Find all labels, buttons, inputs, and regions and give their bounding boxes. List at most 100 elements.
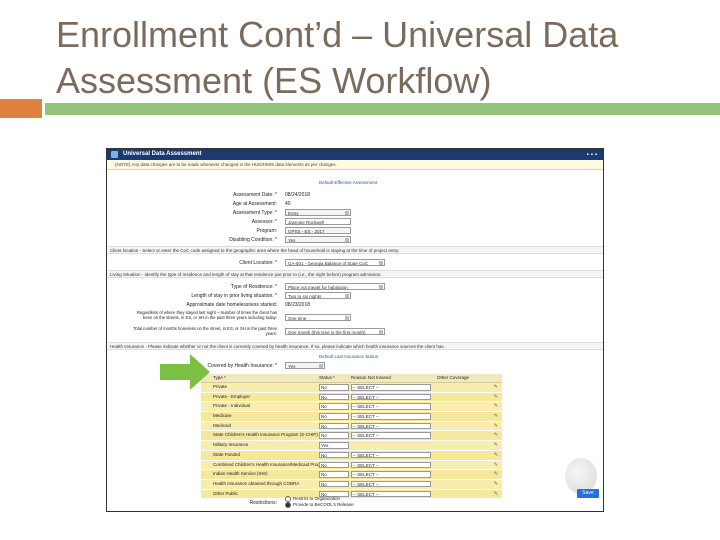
app-icon xyxy=(111,151,118,158)
edit-icon[interactable]: ✎ xyxy=(494,393,498,402)
edit-icon[interactable]: ✎ xyxy=(494,490,498,499)
row-type: Indian Health Service (IHS) xyxy=(213,471,268,477)
residence-type-label: Type of Residence: * xyxy=(230,284,277,290)
program-label: Program: xyxy=(256,228,277,234)
restrictions-label: Restrictions: xyxy=(249,500,277,506)
residence-type-value: Place not meant for habitation xyxy=(288,285,348,290)
title-accent-green xyxy=(45,103,720,115)
row-reason-select[interactable]: -- SELECT -- xyxy=(351,432,431,439)
approx-date-value[interactable]: 08/23/2018 xyxy=(285,302,310,308)
edit-icon[interactable]: ✎ xyxy=(494,422,498,431)
radio-selected-icon xyxy=(285,502,291,508)
assessor-field[interactable]: Jasmine Rockwell xyxy=(285,218,351,225)
default-insurance-link[interactable]: Default Last Insurance Status xyxy=(319,354,378,359)
table-row: Medicare No -- SELECT -- ✎ xyxy=(201,412,502,422)
assessment-type-select[interactable]: Entry xyxy=(285,209,351,216)
table-row: Private - Individual No -- SELECT -- ✎ xyxy=(201,402,502,413)
row-reason-select[interactable]: -- SELECT -- xyxy=(351,403,431,410)
times-homeless-label: Regardless of where they stayed last nig… xyxy=(136,310,277,320)
restrictions-options: Restrict to Organization Provide to BeCO… xyxy=(285,496,354,508)
age-label: Age at Assessment: xyxy=(232,201,277,207)
chevron-down-icon xyxy=(345,294,349,298)
row-reason-select[interactable]: -- SELECT -- xyxy=(351,393,431,401)
row-type: Private - Individual xyxy=(213,403,251,409)
row-reason-select[interactable]: -- SELECT -- xyxy=(351,471,431,478)
months-homeless-select[interactable]: One month (this time is the first month) xyxy=(285,328,385,335)
table-row: Military Insurance Yes ✎ xyxy=(201,441,502,451)
window-titlebar: Universal Data Assessment ▪▪▪ xyxy=(107,149,603,160)
residence-type-select[interactable]: Place not meant for habitation xyxy=(285,283,385,290)
restrict-org-label: Restrict to Organization xyxy=(293,496,341,502)
row-reason-select[interactable]: -- SELECT -- xyxy=(351,490,431,498)
assessment-date-label: Assessment Date: * xyxy=(233,192,277,198)
save-button[interactable]: Save xyxy=(577,489,599,498)
row-status-select[interactable]: No xyxy=(319,432,349,439)
row-type: State Children's Health Insurance Progra… xyxy=(213,432,318,438)
client-location-label: Client Location: * xyxy=(239,260,277,266)
row-status-select[interactable]: No xyxy=(319,422,349,430)
row-type: Combined Children's Health Insurance/Med… xyxy=(213,461,328,467)
length-of-stay-select[interactable]: Two to six nights xyxy=(285,292,351,299)
row-status-select[interactable]: No xyxy=(319,480,349,488)
row-status-select[interactable]: No xyxy=(319,471,349,478)
edit-icon[interactable]: ✎ xyxy=(494,461,498,470)
col-other: Other Coverage xyxy=(437,375,470,380)
row-reason-select[interactable]: -- SELECT -- xyxy=(351,413,431,420)
row-status-select[interactable]: No xyxy=(319,461,349,468)
window-controls[interactable]: ▪▪▪ xyxy=(587,150,599,161)
edit-icon[interactable]: ✎ xyxy=(494,431,498,440)
provide-release-option[interactable]: Provide to BeCOOL's Release xyxy=(285,502,354,508)
edit-icon[interactable]: ✎ xyxy=(494,451,498,460)
chevron-down-icon xyxy=(345,238,349,242)
row-type: Other Public xyxy=(213,490,238,496)
table-row: State Children's Health Insurance Progra… xyxy=(201,431,502,442)
row-status-select[interactable]: No xyxy=(319,393,349,401)
chevron-down-icon xyxy=(345,316,349,320)
edit-icon[interactable]: ✎ xyxy=(494,480,498,489)
default-assessment-link[interactable]: Default Effective Assessment xyxy=(319,180,377,185)
row-reason-select[interactable]: -- SELECT -- xyxy=(351,422,431,430)
edit-icon[interactable]: ✎ xyxy=(494,470,498,479)
program-value: GPSS - ES - 2017 xyxy=(288,229,325,234)
row-type: Military Insurance xyxy=(213,442,249,448)
row-type: Health Insurance obtained through COBRA xyxy=(213,480,300,486)
row-reason-select[interactable]: -- SELECT -- xyxy=(351,461,431,468)
program-field: GPSS - ES - 2017 xyxy=(285,227,351,234)
row-reason-select[interactable]: -- SELECT -- xyxy=(351,480,431,488)
insurance-table: Type * Status * Reason Not Insured Other… xyxy=(201,374,502,500)
edit-icon[interactable]: ✎ xyxy=(494,383,498,392)
row-status-select[interactable]: Yes xyxy=(319,442,349,449)
table-row: Combined Children's Health Insurance/Med… xyxy=(201,460,502,471)
row-reason-select[interactable]: -- SELECT -- xyxy=(351,451,431,459)
row-status-select[interactable]: No xyxy=(319,451,349,459)
assessor-label: Assessor: * xyxy=(251,219,277,225)
table-row: Private - Employer No -- SELECT -- ✎ xyxy=(201,392,502,403)
edit-icon[interactable]: ✎ xyxy=(494,441,498,450)
length-of-stay-label: Length of stay in prior living situation… xyxy=(191,293,277,299)
covered-select[interactable]: Yes xyxy=(285,362,325,369)
row-type: State Funded xyxy=(213,451,241,457)
window-title: Universal Data Assessment xyxy=(123,151,202,157)
title-accent-orange xyxy=(0,99,42,118)
disabling-select[interactable]: Yes xyxy=(285,236,351,243)
row-type: Medicaid xyxy=(213,422,232,428)
row-status-select[interactable]: No xyxy=(319,403,349,410)
times-homeless-select[interactable]: One time xyxy=(285,314,351,321)
disabling-label: Disabling Condition: * xyxy=(229,237,277,243)
assessor-value: Jasmine Rockwell xyxy=(288,220,325,225)
row-status-select[interactable]: No xyxy=(319,384,349,391)
chevron-down-icon xyxy=(319,364,323,368)
slide-title: Enrollment Cont’d – Universal Data Asses… xyxy=(56,14,619,101)
health-insurance-note: Health Insurance - Please indicate wheth… xyxy=(107,342,603,350)
client-location-select[interactable]: GA-501 - Georgia Balance of State CoC xyxy=(285,259,385,266)
edit-icon[interactable]: ✎ xyxy=(494,402,498,411)
months-homeless-value: One month (this time is the first month) xyxy=(288,330,366,335)
table-row: Indian Health Service (IHS) No -- SELECT -… xyxy=(201,470,502,480)
edit-icon[interactable]: ✎ xyxy=(494,412,498,421)
client-location-note: Client location - Select or enter the Co… xyxy=(107,246,603,254)
row-reason-select[interactable]: -- SELECT -- xyxy=(351,384,431,391)
approx-date-label: Approximate date homelessness started: xyxy=(186,302,277,308)
assessment-date-value[interactable]: 08/24/2018 xyxy=(285,192,310,198)
row-status-select[interactable]: No xyxy=(319,413,349,420)
row-type: Private xyxy=(213,384,228,389)
